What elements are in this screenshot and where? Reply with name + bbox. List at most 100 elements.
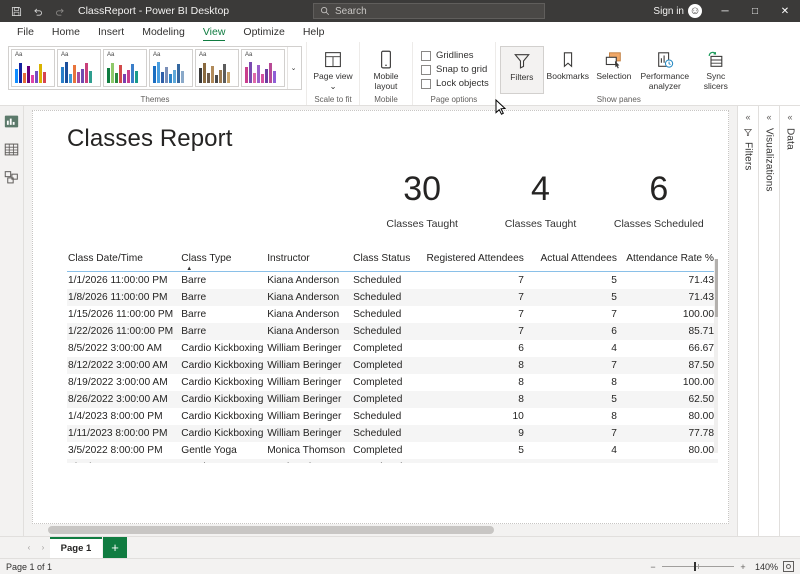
sidebar-item-report-view[interactable] — [3, 112, 21, 130]
zoom-out-button[interactable]: − — [649, 562, 657, 572]
bookmark-icon — [561, 49, 575, 71]
cell-instructor: William Beringer — [267, 411, 342, 422]
snap-to-grid-checkbox[interactable]: Snap to grid — [421, 64, 489, 75]
table-vertical-scrollbar[interactable] — [714, 259, 718, 453]
cell-rate: 66.67 — [688, 343, 715, 354]
cell-class-date-time: 8/5/2022 3:00:00 AM — [68, 343, 163, 354]
zoom-in-button[interactable]: + — [739, 562, 747, 572]
theme-preview-bars — [245, 58, 281, 84]
sync-slicers-button[interactable]: Sync slicers — [694, 46, 738, 94]
column-header-instructor[interactable]: Instructor — [266, 251, 353, 272]
canvas-horizontal-scrollbar[interactable] — [24, 524, 737, 536]
table-row[interactable]: 1/8/2026 11:00:00 PM Barre Kiana Anderson S… — [67, 289, 718, 306]
cell-rate: 62.50 — [688, 394, 715, 405]
theme-card[interactable]: Aa — [11, 49, 55, 87]
view-switcher-rail — [0, 106, 24, 536]
cell-class-date-time: 1/22/2026 11:00:00 PM — [68, 326, 174, 337]
cell-rate: 80.00 — [688, 445, 715, 456]
filters-pane-button[interactable]: Filters — [499, 46, 544, 94]
table-row[interactable]: 1/22/2026 11:00:00 PM Barre Kiana Anderson… — [67, 323, 718, 340]
column-header-class-date-time[interactable]: Class Date/Time — [67, 251, 181, 272]
tab-home[interactable]: Home — [43, 22, 89, 42]
tab-modeling[interactable]: Modeling — [133, 22, 194, 42]
theme-preview-bars — [61, 58, 97, 84]
tab-optimize[interactable]: Optimize — [234, 22, 293, 42]
scrollbar-thumb[interactable] — [715, 259, 718, 317]
themes-gallery[interactable]: Aa Aa Aa Aa Aa Aa ⌄ — [8, 46, 302, 90]
table-row[interactable]: 1/15/2026 11:00:00 PM Barre Kiana Anderson… — [67, 306, 718, 323]
table-row[interactable]: 8/12/2022 3:00:00 AM Cardio Kickboxing Wil… — [67, 357, 718, 374]
zoom-slider[interactable] — [662, 562, 734, 571]
pane-data-title: Data — [785, 128, 796, 150]
scrollbar-thumb[interactable] — [48, 526, 494, 534]
table-row[interactable]: 8/26/2022 3:00:00 AM Cardio Kickboxing Wil… — [67, 391, 718, 408]
performance-analyzer-button[interactable]: Performance analyzer — [638, 46, 692, 94]
cell-rate: 71.43 — [688, 292, 715, 303]
page-tab-page-1[interactable]: Page 1 — [50, 537, 102, 558]
pane-visualizations[interactable]: « Visualizations — [758, 106, 779, 536]
lock-objects-checkbox[interactable]: Lock objects — [421, 78, 489, 89]
theme-card[interactable]: Aa — [195, 49, 239, 87]
search-box[interactable]: Search — [313, 3, 545, 19]
cell-rate: 77.78 — [688, 428, 715, 439]
table-row[interactable]: 1/11/2023 8:00:00 PM Cardio Kickboxing Wil… — [67, 425, 718, 442]
pane-data[interactable]: « Data — [779, 106, 800, 536]
column-header-class-type[interactable]: Class Type ▲ — [180, 251, 267, 272]
add-page-button[interactable]: + — [103, 537, 127, 558]
kpi-card[interactable]: 30 Classes Taught — [363, 169, 481, 230]
pane-visualizations-label: Visualizations — [763, 128, 775, 192]
bookmarks-pane-button[interactable]: Bookmarks — [546, 46, 590, 94]
redo-icon[interactable] — [50, 2, 70, 20]
cell-actual: 4 — [611, 343, 617, 354]
cell-actual: 8 — [611, 411, 617, 422]
expand-chevron-icon[interactable]: « — [766, 112, 771, 122]
table-row[interactable]: 8/19/2022 3:00:00 AM Cardio Kickboxing Wil… — [67, 374, 718, 391]
table-row[interactable]: 1/4/2023 8:00:00 PM Cardio Kickboxing Will… — [67, 408, 718, 425]
sign-in-link[interactable]: Sign in — [653, 6, 688, 17]
mobile-layout-button[interactable]: Mobile layout — [364, 46, 408, 94]
theme-card[interactable]: Aa — [241, 49, 285, 87]
theme-card[interactable]: Aa — [103, 49, 147, 87]
selection-pane-button[interactable]: Selection — [592, 46, 636, 94]
page-next-button[interactable]: › — [36, 537, 50, 558]
sidebar-item-model-view[interactable] — [3, 168, 21, 186]
ribbon-tabs: File Home Insert Modeling View Optimize … — [0, 22, 800, 42]
column-header-attendance-rate[interactable]: Attendance Rate % — [620, 251, 718, 272]
zoom-slider-thumb[interactable] — [693, 562, 696, 571]
expand-chevron-icon[interactable]: « — [787, 112, 792, 122]
tab-view[interactable]: View — [194, 22, 235, 42]
undo-icon[interactable] — [28, 2, 48, 20]
column-header-actual-attendees[interactable]: Actual Attendees — [527, 251, 621, 272]
maximize-button[interactable]: □ — [740, 0, 770, 22]
table-row[interactable]: 8/5/2022 3:00:00 AM Cardio Kickboxing Will… — [67, 340, 718, 357]
kpi-card[interactable]: 6 Classes Scheduled — [600, 169, 718, 230]
page-view-button[interactable]: Page view ⌄ — [311, 46, 355, 94]
minimize-button[interactable]: ─ — [710, 0, 740, 22]
save-icon[interactable] — [6, 2, 26, 20]
fit-to-page-icon[interactable] — [783, 561, 794, 572]
cell-actual: 4 — [611, 445, 617, 456]
theme-card[interactable]: Aa — [57, 49, 101, 87]
report-page[interactable]: Classes Report 30 Classes Taught 4 Class… — [32, 110, 729, 524]
themes-more-button[interactable]: ⌄ — [287, 47, 299, 89]
classes-table-visual[interactable]: Class Date/Time Class Type ▲ Instructor … — [67, 251, 718, 463]
gridlines-checkbox[interactable]: Gridlines — [421, 50, 489, 61]
table-row[interactable]: 3/12/2022 8:00:00 PMGentle YogaMonica Th… — [67, 459, 718, 463]
sidebar-item-data-view[interactable] — [3, 140, 21, 158]
expand-chevron-icon[interactable]: « — [745, 112, 750, 122]
kpi-card[interactable]: 4 Classes Taught — [481, 169, 599, 230]
page-prev-button[interactable]: ‹ — [22, 537, 36, 558]
tab-insert[interactable]: Insert — [89, 22, 133, 42]
table-row[interactable]: 3/5/2022 8:00:00 PM Gentle Yoga Monica Tho… — [67, 442, 718, 459]
close-button[interactable]: ✕ — [770, 0, 800, 22]
theme-card[interactable]: Aa — [149, 49, 193, 87]
tab-file[interactable]: File — [8, 22, 43, 42]
cell-registered: 7 — [518, 309, 524, 320]
pane-filters[interactable]: « Filters — [737, 106, 758, 536]
account-icon[interactable]: ☺ — [688, 4, 702, 18]
table-row[interactable]: 1/1/2026 11:00:00 PM Barre Kiana Anderson S… — [67, 272, 718, 290]
cell-class-status: Scheduled — [353, 326, 402, 337]
column-header-class-status[interactable]: Class Status — [352, 251, 421, 272]
tab-help[interactable]: Help — [294, 22, 334, 42]
column-header-registered-attendees[interactable]: Registered Attendees — [420, 251, 528, 272]
